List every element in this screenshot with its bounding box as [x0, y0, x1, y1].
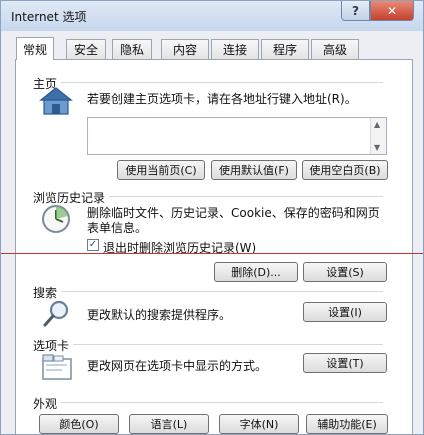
history-settings-button[interactable]: 设置(S): [303, 262, 387, 282]
use-default-button[interactable]: 使用默认值(F): [211, 160, 297, 180]
window-title: Internet 选项: [11, 10, 87, 24]
home-address-scrollbar[interactable]: ▲ ▼: [370, 118, 386, 154]
colors-button[interactable]: 颜色(O): [39, 414, 119, 434]
accessibility-button[interactable]: 辅助功能(E): [306, 414, 388, 434]
tab-connections[interactable]: 连接: [211, 39, 259, 59]
divider: [33, 344, 383, 345]
divider: [33, 402, 383, 403]
title-bar: Internet 选项 ? ✕: [1, 1, 423, 31]
tab-content[interactable]: 内容: [161, 39, 209, 59]
tab-general[interactable]: 常规: [16, 37, 54, 60]
scroll-up-icon[interactable]: ▲: [374, 120, 380, 129]
help-button[interactable]: ?: [341, 1, 370, 21]
languages-button[interactable]: 语言(L): [129, 414, 209, 434]
use-blank-button[interactable]: 使用空白页(B): [302, 160, 388, 180]
fonts-button[interactable]: 字体(N): [219, 414, 299, 434]
divider: [33, 82, 383, 83]
magnifier-icon: [43, 300, 69, 327]
use-current-button[interactable]: 使用当前页(C): [117, 160, 205, 180]
home-icon: [39, 87, 73, 115]
home-description: 若要创建主页选项卡，请在各地址行键入地址(R)。: [87, 92, 357, 106]
appearance-group-label: 外观: [33, 395, 62, 412]
scroll-down-icon[interactable]: ▼: [374, 143, 380, 152]
search-description: 更改默认的搜索提供程序。: [87, 308, 232, 322]
search-settings-button[interactable]: 设置(I): [303, 302, 387, 322]
divider: [33, 291, 383, 292]
close-button[interactable]: ✕: [370, 1, 414, 21]
home-address-field[interactable]: ▲ ▼: [87, 117, 387, 155]
delete-history-button[interactable]: 删除(D)...: [214, 262, 298, 282]
internet-options-window: Internet 选项 ? ✕ 常规 安全 隐私 内容 连接 程序 高级 主页 …: [0, 0, 424, 435]
tabs-settings-button[interactable]: 设置(T): [303, 353, 387, 373]
delete-on-exit-checkbox[interactable]: ✓: [87, 239, 99, 251]
tab-programs[interactable]: 程序: [261, 39, 309, 59]
tabbed-window-icon: [42, 354, 72, 380]
tab-advanced[interactable]: 高级: [311, 39, 359, 59]
tab-privacy[interactable]: 隐私: [112, 39, 152, 59]
history-description-line2: 表单信息。: [87, 221, 148, 235]
red-guide-line: [1, 253, 423, 254]
tabs-description: 更改网页在选项卡中显示的方式。: [87, 359, 268, 373]
clock-icon: [42, 205, 70, 233]
tab-security[interactable]: 安全: [66, 39, 106, 59]
